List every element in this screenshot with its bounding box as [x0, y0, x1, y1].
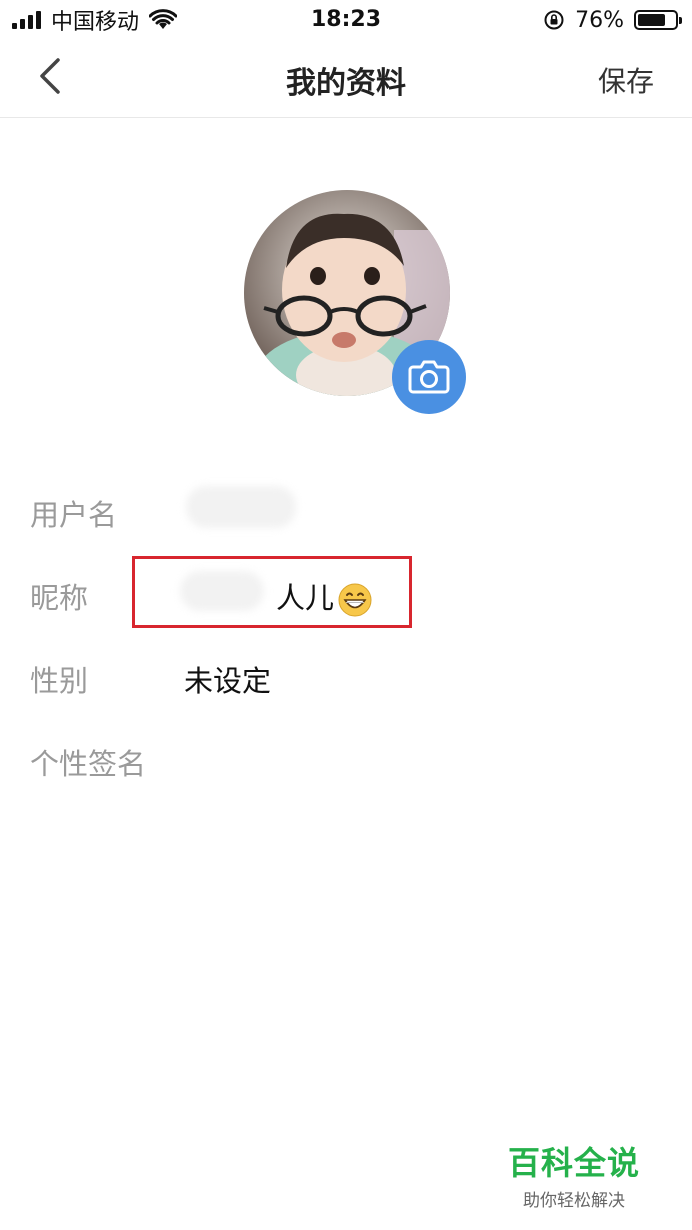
signal-icon [12, 11, 41, 29]
nickname-label: 昵称 [30, 581, 89, 615]
page-title: 我的资料 [286, 66, 406, 101]
username-redacted [186, 486, 296, 528]
signature-label: 个性签名 [30, 747, 147, 781]
battery-cap [679, 17, 682, 24]
nav-bar: 我的资料 保存 [0, 40, 692, 118]
status-bar: 中国移动 18:23 76% [0, 0, 692, 40]
battery-fill [638, 14, 666, 26]
watermark-title: 百科全说 [507, 1144, 640, 1182]
carrier-label: 中国移动 [51, 10, 140, 35]
avatar-container [244, 190, 466, 414]
watermark-subtitle: 助你轻松解决 [522, 1191, 625, 1211]
gender-label: 性别 [30, 664, 89, 698]
rotation-lock-icon [544, 10, 564, 30]
username-row: 用户名 [30, 480, 662, 540]
gender-value: 未设定 [184, 664, 272, 698]
save-button[interactable]: 保存 [598, 60, 654, 100]
status-left: 中国移动 [12, 0, 178, 40]
username-label: 用户名 [30, 498, 118, 532]
nickname-highlight-box [132, 556, 412, 628]
battery-percent: 76% [575, 7, 624, 33]
watermark-logo: 百科全说 助你轻松解决 [508, 1138, 640, 1211]
status-right: 76% [543, 0, 682, 40]
wifi-icon [149, 9, 178, 29]
camera-icon [408, 360, 450, 394]
signature-row[interactable]: 个性签名 [30, 729, 662, 789]
change-avatar-button[interactable] [392, 340, 466, 414]
battery-icon [634, 10, 682, 30]
gender-row[interactable]: 性别 未设定 [30, 646, 662, 706]
